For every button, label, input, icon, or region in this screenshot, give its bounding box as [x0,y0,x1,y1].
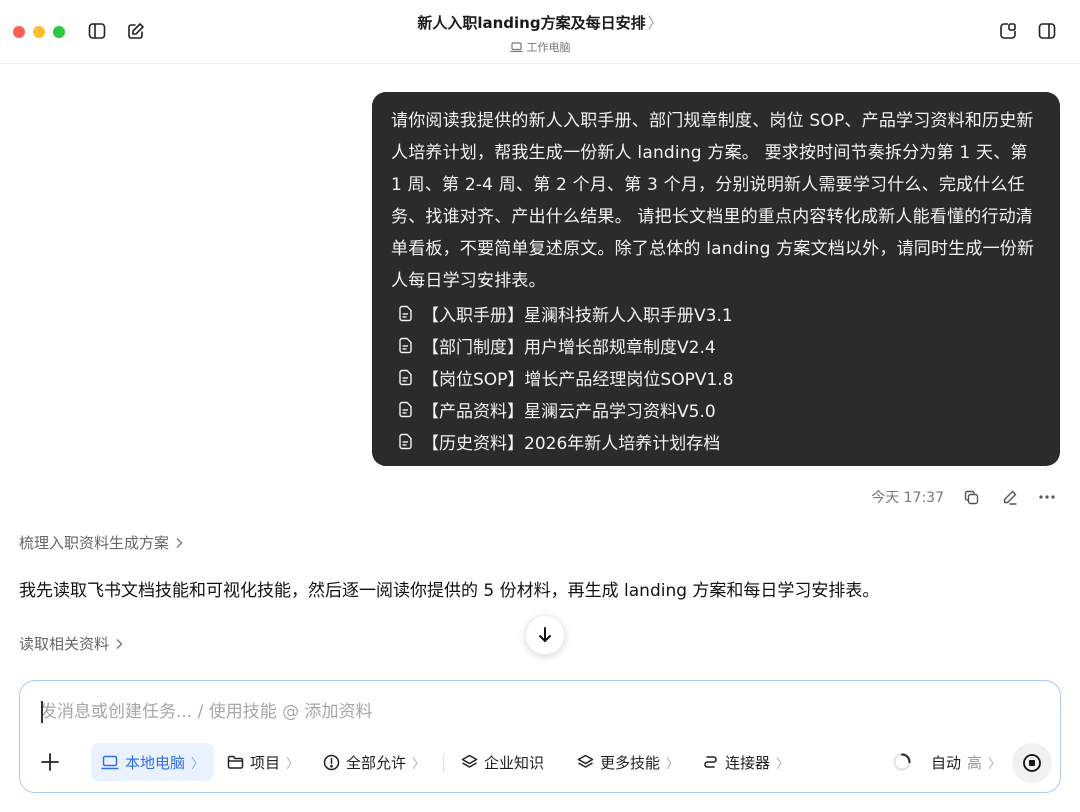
enterprise-knowledge-label: 企业知识 [484,753,545,772]
layers-icon [461,754,478,768]
new-window-icon[interactable] [997,20,1019,42]
edit-icon[interactable] [998,486,1020,508]
local-computer-button[interactable]: 本地电脑 〉 [91,743,215,781]
title-bar: 新人入职landing方案及每日安排〉 工作电脑 [0,0,1080,64]
step-planning[interactable]: 梳理入职资料生成方案 [19,532,183,553]
layers-icon [577,754,594,768]
chevron-right-icon: 〉 [286,756,300,772]
conversation-title[interactable]: 新人入职landing方案及每日安排〉 [0,12,1080,33]
chevron-right-icon: 〉 [647,14,663,32]
attachment-item[interactable]: 【入职手册】星澜科技新人入职手册V3.1 [391,297,1042,329]
chevron-right-icon: 〉 [666,756,680,772]
chevron-right-icon: 〉 [776,756,790,772]
attachment-title: 【部门制度】用户增长部规章制度V2.4 [422,337,716,358]
attachment-title: 【产品资料】星澜云产品学习资料V5.0 [422,401,716,422]
window-title-area: 新人入职landing方案及每日安排〉 工作电脑 [0,12,1080,57]
copy-icon[interactable] [960,486,982,508]
loading-indicator [892,743,912,781]
conversation-title-text: 新人入职landing方案及每日安排 [417,14,646,32]
connector-button[interactable]: 连接器 〉 [702,743,789,781]
stop-button[interactable] [1012,743,1052,783]
document-icon [396,432,414,450]
document-icon [396,400,414,418]
attachment-title: 【入职手册】星澜科技新人入职手册V3.1 [422,305,733,326]
document-icon [396,304,414,322]
add-button[interactable] [40,743,60,781]
composer: 本地电脑 〉 项目 〉 全部允许 〉 企业知识 更多技能 〉 连接器 〉 [19,680,1061,793]
assistant-answer: 我先读取飞书文档技能和可视化技能，然后逐一阅读你提供的 5 份材料，再生成 la… [19,581,880,601]
more-icon[interactable] [1036,486,1058,508]
chevron-right-icon: 〉 [191,756,205,772]
stop-icon [1023,754,1041,772]
project-button[interactable]: 项目 〉 [227,743,299,781]
mode-label: 自动 [931,753,962,772]
level-label: 高 [967,753,983,772]
chevron-right-icon: 〉 [988,756,1002,772]
scroll-to-bottom-button[interactable] [525,615,565,655]
message-timestamp: 今天 17:37 [871,490,944,506]
chevron-right-icon: 〉 [412,756,426,772]
laptop-icon [510,41,522,52]
message-input[interactable] [40,698,940,726]
attachment-item[interactable]: 【产品资料】星澜云产品学习资料V5.0 [391,393,1042,425]
step-reading-label: 读取相关资料 [19,635,110,653]
connector-label: 连接器 [725,753,771,772]
chevron-right-icon [116,638,123,649]
device-name: 工作电脑 [526,41,571,54]
attachment-title: 【岗位SOP】增长产品经理岗位SOPV1.8 [422,369,734,390]
arrow-down-icon [539,627,551,643]
message-meta: 今天 17:37 [871,486,1058,508]
step-reading[interactable]: 读取相关资料 [19,633,123,654]
plus-icon [41,753,59,771]
step-planning-label: 梳理入职资料生成方案 [19,534,170,552]
right-panel-toggle-icon[interactable] [1036,20,1058,42]
more-skills-label: 更多技能 [600,753,661,772]
document-icon [396,336,414,354]
user-message-bubble: 请你阅读我提供的新人入职手册、部门规章制度、岗位 SOP、产品学习资料和历史新人… [372,92,1060,466]
chevron-right-icon [176,537,183,548]
folder-icon [227,755,244,769]
device-label: 工作电脑 [510,39,571,55]
attachment-item[interactable]: 【部门制度】用户增长部规章制度V2.4 [391,329,1042,361]
project-label: 项目 [250,753,281,772]
mode-selector[interactable]: 自动 高 〉 [931,743,1001,781]
attachment-title: 【历史资料】2026年新人培养计划存档 [422,433,721,454]
alert-icon [323,754,340,770]
spinner-icon [893,753,911,771]
laptop-icon [101,755,119,769]
more-skills-button[interactable]: 更多技能 〉 [577,743,679,781]
attachment-item[interactable]: 【历史资料】2026年新人培养计划存档 [391,425,1042,457]
user-message-text: 请你阅读我提供的新人入职手册、部门规章制度、岗位 SOP、产品学习资料和历史新人… [391,111,1035,291]
document-icon [396,368,414,386]
local-computer-label: 本地电脑 [125,753,186,772]
enterprise-knowledge-button[interactable]: 企业知识 [461,743,544,781]
text-caret [41,701,43,723]
permission-label: 全部允许 [346,753,407,772]
link-icon [704,755,717,768]
toolbar-divider [443,754,444,772]
composer-toolbar: 本地电脑 〉 项目 〉 全部允许 〉 企业知识 更多技能 〉 连接器 〉 自动 … [20,743,1062,783]
attachment-item[interactable]: 【岗位SOP】增长产品经理岗位SOPV1.8 [391,361,1042,393]
permission-button[interactable]: 全部允许 〉 [323,743,425,781]
